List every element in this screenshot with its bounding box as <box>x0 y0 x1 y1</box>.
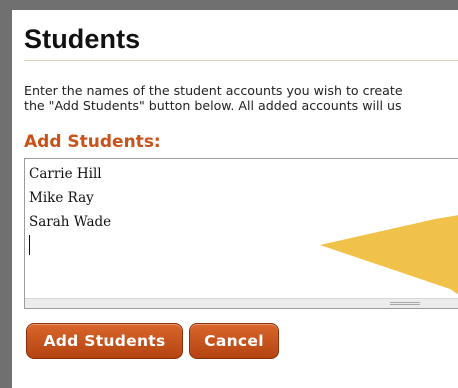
yellow-arrow-pointer-icon <box>320 215 458 295</box>
add-students-label: Add Students: <box>24 132 161 152</box>
instructions-text: Enter the names of the student accounts … <box>24 83 458 113</box>
page-title: Students <box>24 24 141 54</box>
cancel-button[interactable]: Cancel <box>189 323 279 359</box>
pointer-arrow-shape <box>320 215 458 295</box>
instructions-line-1: Enter the names of the student accounts … <box>24 83 403 98</box>
horizontal-scrollbar[interactable] <box>25 298 458 308</box>
student-names-textarea[interactable]: Carrie Hill Mike Ray Sarah Wade <box>24 158 458 309</box>
scrollbar-grip-icon[interactable] <box>390 302 420 305</box>
add-students-button[interactable]: Add Students <box>26 323 183 359</box>
title-divider <box>24 60 458 61</box>
instructions-line-2: the "Add Students" button below. All add… <box>24 98 402 113</box>
